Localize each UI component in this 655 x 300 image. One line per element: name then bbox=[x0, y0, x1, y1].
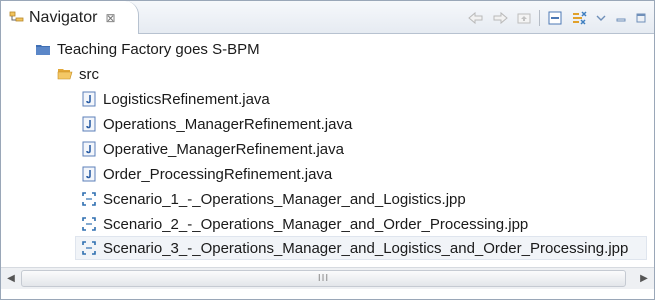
tree-item-file[interactable]: LogisticsRefinement.java bbox=[81, 87, 270, 111]
collapse-all-icon[interactable] bbox=[546, 9, 564, 27]
tree-item-label: Teaching Factory goes S-BPM bbox=[57, 40, 260, 58]
horizontal-scrollbar[interactable]: ◀ III ▶ bbox=[1, 267, 654, 289]
process-file-icon bbox=[82, 241, 96, 255]
tree-item-label: Operations_ManagerRefinement.java bbox=[103, 115, 353, 133]
view-toolbar bbox=[467, 7, 648, 29]
tree-item-folder-src[interactable]: src bbox=[57, 62, 99, 86]
minimize-icon[interactable] bbox=[614, 11, 628, 25]
tree-item-file[interactable]: Scenario_1_-_Operations_Manager_and_Logi… bbox=[81, 187, 466, 211]
tree-item-project[interactable]: Teaching Factory goes S-BPM bbox=[35, 37, 260, 61]
tree-item-label: LogisticsRefinement.java bbox=[103, 90, 270, 108]
link-with-editor-icon[interactable] bbox=[570, 9, 588, 27]
java-file-icon bbox=[82, 116, 96, 132]
java-file-icon bbox=[82, 91, 96, 107]
project-folder-icon bbox=[36, 45, 50, 55]
java-file-icon bbox=[82, 166, 96, 182]
tree-item-label: src bbox=[79, 65, 99, 83]
navigator-tab[interactable]: Navigator ⊠ bbox=[1, 1, 139, 34]
process-file-icon bbox=[82, 217, 96, 231]
tree-item-label: Scenario_3_-_Operations_Manager_and_Logi… bbox=[103, 239, 629, 257]
scroll-right-icon[interactable]: ▶ bbox=[635, 268, 653, 289]
back-icon[interactable] bbox=[467, 9, 485, 27]
tree-item-label: Operative_ManagerRefinement.java bbox=[103, 140, 344, 158]
navigator-tree: Teaching Factory goes S-BPM src Logistic… bbox=[1, 35, 654, 263]
navigator-view: Navigator ⊠ Teaching Factory goes S-BPM … bbox=[0, 0, 655, 300]
close-icon[interactable]: ⊠ bbox=[105, 11, 115, 25]
java-file-icon bbox=[82, 141, 96, 157]
navigator-icon bbox=[9, 11, 24, 21]
tree-item-file[interactable]: Scenario_2_-_Operations_Manager_and_Orde… bbox=[81, 212, 528, 236]
tree-item-label: Scenario_1_-_Operations_Manager_and_Logi… bbox=[103, 190, 466, 208]
up-folder-icon[interactable] bbox=[515, 9, 533, 27]
tree-item-label: Order_ProcessingRefinement.java bbox=[103, 165, 333, 183]
view-title: Navigator bbox=[29, 8, 98, 26]
view-header: Navigator ⊠ bbox=[1, 1, 654, 34]
view-menu-icon[interactable] bbox=[594, 11, 608, 25]
toolbar-separator bbox=[539, 10, 540, 26]
process-file-icon bbox=[82, 192, 96, 206]
maximize-icon[interactable] bbox=[634, 11, 648, 25]
tree-item-label: Scenario_2_-_Operations_Manager_and_Orde… bbox=[103, 215, 529, 233]
tree-item-file[interactable]: Order_ProcessingRefinement.java bbox=[81, 162, 332, 186]
scrollbar-thumb[interactable]: III bbox=[21, 270, 626, 287]
forward-icon[interactable] bbox=[491, 9, 509, 27]
scroll-left-icon[interactable]: ◀ bbox=[2, 268, 20, 289]
tree-item-file[interactable]: Operations_ManagerRefinement.java bbox=[81, 112, 352, 136]
tree-item-file-selected[interactable]: Scenario_3_-_Operations_Manager_and_Logi… bbox=[75, 236, 647, 260]
tree-item-file[interactable]: Operative_ManagerRefinement.java bbox=[81, 137, 344, 161]
open-folder-icon bbox=[57, 69, 73, 80]
